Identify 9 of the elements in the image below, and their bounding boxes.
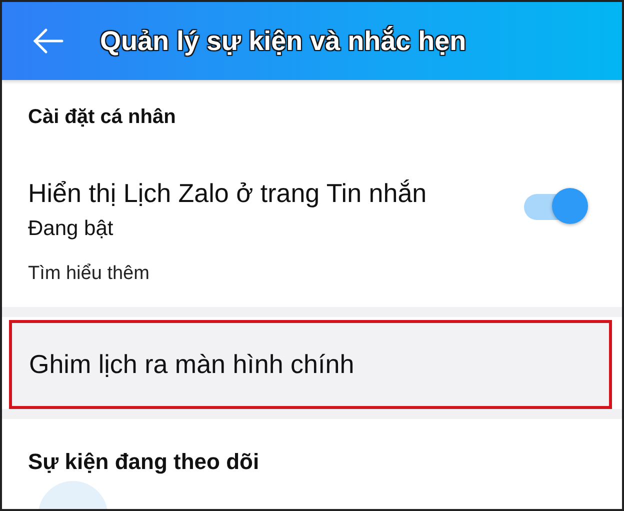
setting-label: Hiển thị Lịch Zalo ở trang Tin nhắn [28, 178, 428, 209]
pin-calendar-item[interactable]: Ghim lịch ra màn hình chính [9, 320, 612, 409]
back-arrow-icon[interactable] [32, 28, 64, 54]
section-heading: Cài đặt cá nhân [27, 105, 177, 128]
section-heading: Sự kiện đang theo dõi [27, 448, 260, 476]
toggle-switch[interactable] [522, 188, 590, 224]
screen-title: Quản lý sự kiện và nhắc hẹn [100, 26, 466, 56]
setting-status: Đang bật [28, 217, 114, 241]
learn-more-link[interactable]: Tìm hiểu thêm [2, 241, 622, 307]
